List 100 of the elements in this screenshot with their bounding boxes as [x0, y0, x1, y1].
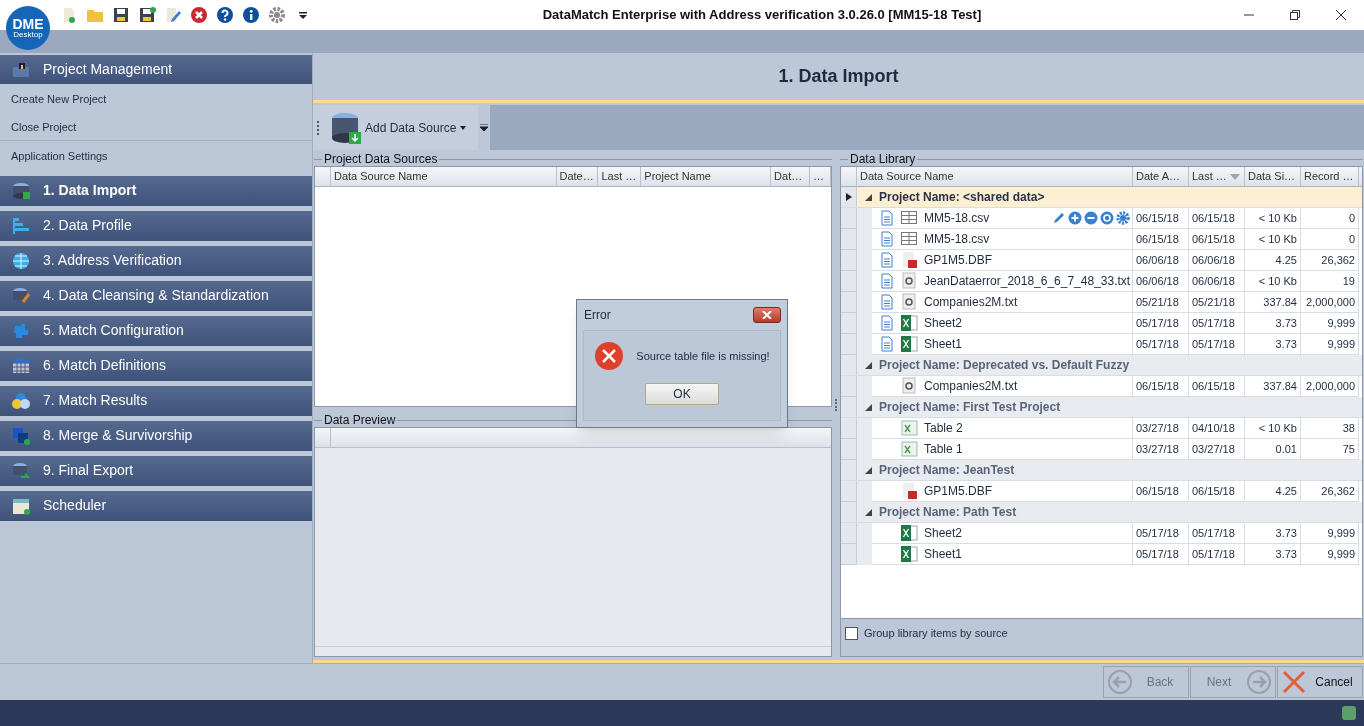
status-indicator-icon — [1342, 706, 1356, 720]
document-icon — [880, 294, 894, 310]
table-cell: 04/10/18 — [1189, 418, 1245, 439]
window-title: DataMatch Enterprise with Address verification 3.0.26.0 [MM15-18 Test] — [542, 6, 982, 25]
group-row[interactable]: Project Name: Deprecated vs. Default Fuzzy — [841, 355, 1362, 376]
table-cell: 9,999 — [1301, 313, 1359, 334]
maximize-icon — [1290, 10, 1300, 20]
table-cell: 26,362 — [1301, 250, 1359, 271]
dialog-title: Error — [583, 307, 611, 324]
row-header[interactable] — [841, 418, 857, 439]
spreadsheet-icon — [900, 545, 918, 563]
column-header[interactable]: Record … — [1301, 167, 1359, 186]
column-header[interactable]: Last … — [598, 167, 642, 186]
table-cell: < 10 Kb — [1245, 418, 1301, 439]
grid-file-icon — [900, 209, 918, 227]
table-cell: 06/15/18 — [1189, 229, 1245, 250]
sidebar-step[interactable]: Scheduler — [0, 490, 312, 521]
sidebar-step[interactable]: 1. Data Import — [0, 175, 312, 206]
table-cell: GP1M5.DBF — [872, 250, 1133, 271]
collapse-icon — [864, 403, 872, 411]
table-cell: 05/17/18 — [1189, 544, 1245, 565]
table-cell: 06/06/18 — [1189, 271, 1245, 292]
spreadsheet-icon — [900, 419, 918, 437]
table-cell: 06/06/18 — [1133, 250, 1189, 271]
sidebar-step[interactable]: 9. Final Export — [0, 455, 312, 486]
column-header[interactable]: Project Name — [641, 167, 772, 186]
sidebar-step[interactable]: 7. Match Results — [0, 385, 312, 416]
spreadsheet-icon — [900, 314, 918, 332]
row-header[interactable] — [841, 544, 857, 565]
table-cell: 06/06/18 — [1189, 250, 1245, 271]
sidebar-step[interactable]: 8. Merge & Survivorship — [0, 420, 312, 451]
table-cell: 06/06/18 — [1133, 271, 1189, 292]
sidebar-link[interactable]: Application Settings — [0, 143, 312, 171]
row-header[interactable] — [841, 250, 857, 271]
table-cell: 9,999 — [1301, 523, 1359, 544]
info-icon[interactable] — [240, 4, 262, 26]
group-row[interactable]: Project Name: JeanTest — [841, 460, 1362, 481]
checkbox[interactable] — [845, 626, 858, 640]
cancel-button[interactable]: Cancel — [1277, 666, 1363, 698]
plus-icon — [1068, 211, 1082, 225]
row-header[interactable] — [841, 313, 857, 334]
group-row[interactable]: Project Name: First Test Project — [841, 397, 1362, 418]
ok-button[interactable]: OK — [645, 383, 719, 405]
sidebar-step[interactable]: 3. Address Verification — [0, 245, 312, 276]
circles-icon — [11, 390, 31, 411]
row-header[interactable] — [841, 271, 857, 292]
close-icon[interactable] — [188, 4, 210, 26]
table-cell: 75 — [1301, 439, 1359, 460]
sidebar-step[interactable]: 5. Match Configuration — [0, 315, 312, 346]
export-icon — [11, 460, 31, 481]
close-icon — [1336, 10, 1346, 20]
table-cell: 05/17/18 — [1133, 334, 1189, 355]
text-file-icon — [900, 377, 918, 395]
row-header[interactable] — [841, 229, 857, 250]
globe-icon — [11, 250, 31, 271]
table-cell: 38 — [1301, 418, 1359, 439]
column-header[interactable]: Date A… — [1133, 167, 1189, 186]
column-header[interactable]: Last … — [1189, 167, 1245, 186]
column-header[interactable]: Data Source Name — [330, 167, 557, 186]
column-header[interactable]: … — [810, 167, 831, 186]
column-header[interactable]: Date… — [556, 167, 599, 186]
group-row[interactable]: Project Name: Path Test — [841, 502, 1362, 523]
overflow-icon — [480, 123, 489, 132]
table-cell: Table 2 — [872, 418, 1133, 439]
table-cell: 3.73 — [1245, 313, 1301, 334]
sidebar-step[interactable]: 6. Match Definitions — [0, 350, 312, 381]
column-header[interactable]: Data Source Name — [857, 167, 1133, 186]
sidebar-link[interactable]: Close Project — [0, 113, 312, 141]
table-cell: < 10 Kb — [1245, 229, 1301, 250]
sidebar-step[interactable]: 2. Data Profile — [0, 210, 312, 241]
table-cell: 06/15/18 — [1133, 481, 1189, 502]
row-header[interactable] — [841, 523, 857, 544]
collapse-icon — [864, 466, 872, 474]
overflow-button[interactable] — [478, 105, 491, 150]
panel-title: Project Data Sources — [323, 151, 439, 168]
table-cell: 2,000,000 — [1301, 292, 1359, 313]
row-header[interactable] — [841, 481, 857, 502]
indent-area — [857, 376, 872, 397]
column-header[interactable]: Dat… — [771, 167, 810, 186]
panel-title: Data Preview — [323, 412, 397, 429]
help-icon[interactable] — [214, 4, 236, 26]
row-header[interactable] — [841, 334, 857, 355]
table-cell: 03/27/18 — [1133, 439, 1189, 460]
row-header[interactable] — [841, 292, 857, 313]
collapse-icon — [864, 361, 872, 369]
row-header[interactable] — [841, 376, 857, 397]
grid-file-icon — [900, 230, 918, 248]
table-cell: 05/17/18 — [1189, 334, 1245, 355]
table-cell: 06/15/18 — [1189, 376, 1245, 397]
group-row[interactable]: Project Name: <shared data> — [841, 187, 1362, 208]
row-header[interactable] — [841, 208, 857, 229]
table-cell: Table 1 — [872, 439, 1133, 460]
column-header[interactable]: Data Si… — [1245, 167, 1301, 186]
sidebar-link[interactable]: Create New Project — [0, 86, 312, 114]
sidebar-step[interactable]: 4. Data Cleansing & Standardization — [0, 280, 312, 311]
row-header[interactable] — [841, 439, 857, 460]
table-cell: 06/15/18 — [1189, 481, 1245, 502]
gear-icon — [1116, 211, 1130, 225]
close-button[interactable] — [753, 307, 781, 323]
table-cell: 05/17/18 — [1133, 313, 1189, 334]
